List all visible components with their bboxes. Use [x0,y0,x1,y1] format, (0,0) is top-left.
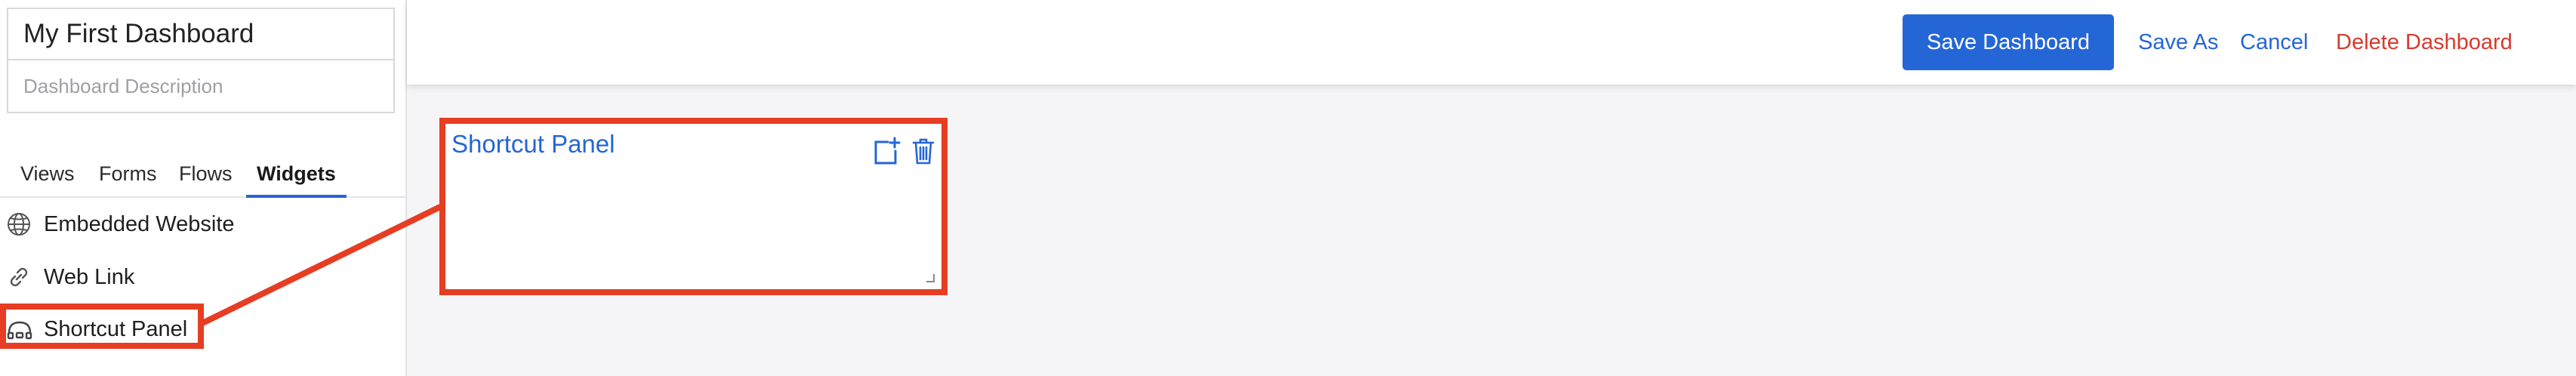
add-shortcut-icon[interactable] [873,136,901,166]
cancel-link[interactable]: Cancel [2240,27,2308,57]
panel-title: Shortcut Panel [451,130,615,158]
dashboard-title-input[interactable] [7,8,395,60]
sidebar-tabs: Views Forms Flows Widgets [0,151,405,198]
save-dashboard-button[interactable]: Save Dashboard [1903,14,2114,70]
widget-item-label: Embedded Website [44,211,235,236]
resize-handle[interactable] [925,273,935,283]
widget-item-web-link[interactable]: Web Link [6,257,384,297]
save-as-link[interactable]: Save As [2138,27,2218,57]
tab-widgets[interactable]: Widgets [246,157,347,198]
trash-icon[interactable] [911,136,938,166]
widget-item-label: Shortcut Panel [44,316,188,341]
globe-icon [6,209,36,239]
dashboard-description-input[interactable] [7,59,395,113]
tab-views[interactable]: Views [20,157,75,195]
widget-item-label: Web Link [44,264,135,289]
shortcut-panel-widget[interactable]: Shortcut Panel [439,118,948,295]
delete-dashboard-link[interactable]: Delete Dashboard [2336,27,2513,57]
widget-item-embedded-website[interactable]: Embedded Website [6,205,384,244]
tab-flows[interactable]: Flows [179,157,233,195]
link-icon [6,262,36,292]
dashboard-header: Save Dashboard Save As Cancel Delete Das… [407,0,2576,85]
tab-forms[interactable]: Forms [99,157,157,195]
sidebar: Views Forms Flows Widgets Embedded Websi… [0,0,407,376]
widget-item-shortcut-panel[interactable]: Shortcut Panel [6,310,384,349]
shortcut-panel-icon [6,314,36,344]
